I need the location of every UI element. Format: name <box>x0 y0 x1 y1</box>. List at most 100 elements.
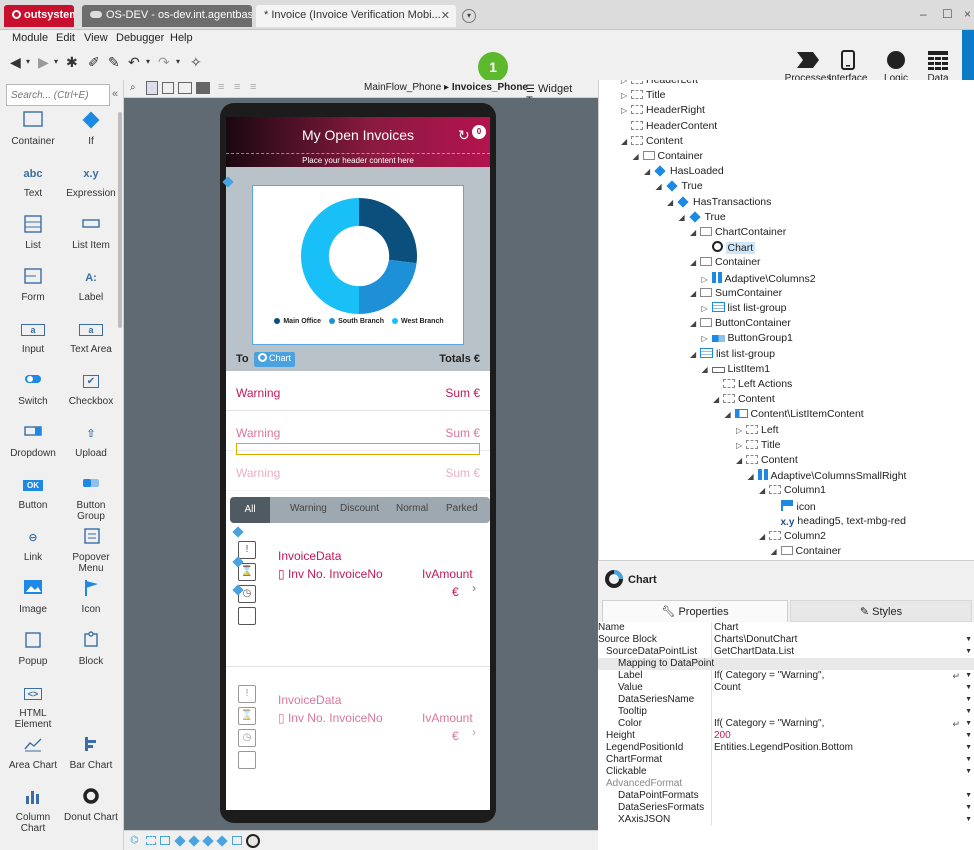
collapse-toolbox-icon[interactable]: « <box>112 88 118 100</box>
path-true-icon[interactable] <box>188 835 200 847</box>
toolbox-widget-upload[interactable]: ⇧ Upload <box>62 422 120 476</box>
tree-node-container[interactable]: ◢ Container <box>690 256 761 271</box>
property-row-mapping-to-datapoint[interactable]: Mapping to DataPoint <box>598 658 974 670</box>
undo-dropdown-icon[interactable]: ▾ <box>146 57 150 66</box>
property-row-dataseriesformats[interactable]: DataSeriesFormats ▼ <box>598 802 974 814</box>
landscape-preview-icon[interactable] <box>178 82 192 94</box>
close-window-icon[interactable]: × <box>964 7 971 21</box>
property-row-height[interactable]: Height 200 ▼ <box>598 730 974 742</box>
invoice-list-item[interactable]: ! ⌛ ◷ InvoiceData ▯ Inv No. InvoiceNo Iv… <box>226 527 490 667</box>
header-content-placeholder[interactable]: Place your header content here <box>226 153 490 167</box>
phone-header[interactable]: My Open Invoices ↻ 0 Place your header c… <box>226 117 490 167</box>
tree-node-left-actions[interactable]: Left Actions <box>713 378 792 393</box>
property-value[interactable]: Chart <box>714 622 738 634</box>
collapse-arrow-icon[interactable]: ◢ <box>759 486 769 495</box>
back-icon[interactable]: ◀ <box>10 54 21 71</box>
expand-arrow-icon[interactable]: ▷ <box>702 304 712 313</box>
redo-dropdown-icon[interactable]: ▾ <box>176 57 180 66</box>
collapse-arrow-icon[interactable]: ◢ <box>725 410 735 419</box>
toolbox-widget-area-chart[interactable]: Area Chart <box>4 734 62 788</box>
tree-node-adaptive-columns2[interactable]: ▷ Adaptive\Columns2 <box>702 271 816 287</box>
environment-tab[interactable]: OS-DEV - os-dev.int.agentbase.de <box>82 5 252 27</box>
property-dropdown-icon[interactable]: ▼ <box>965 706 972 718</box>
property-dropdown-icon[interactable]: ▼ <box>965 754 972 766</box>
tree-node-title[interactable]: ▷ Title <box>736 439 780 454</box>
tree-node-chartcontainer[interactable]: ◢ ChartContainer <box>690 226 786 241</box>
tree-node-container[interactable]: ◢ Container <box>771 545 842 560</box>
outsystems-logo-tab[interactable]: outsystems <box>4 5 74 27</box>
toolbox-search-input[interactable] <box>6 84 110 106</box>
phone-screen[interactable]: My Open Invoices ↻ 0 Place your header c… <box>226 117 490 810</box>
path-content-icon[interactable] <box>146 836 156 845</box>
logic-tab[interactable]: Logic <box>876 50 916 84</box>
refresh-icon[interactable]: ↻ <box>458 127 470 144</box>
phone-preview-icon[interactable] <box>146 81 158 95</box>
collapse-arrow-icon[interactable]: ◢ <box>702 365 712 374</box>
property-row-tooltip[interactable]: Tooltip ▼ <box>598 706 974 718</box>
property-dropdown-icon[interactable]: ▼ <box>965 802 972 814</box>
zoom-icon[interactable]: ⌕ <box>130 82 136 93</box>
property-dropdown-icon[interactable]: ▼ <box>965 646 972 658</box>
expand-arrow-icon[interactable]: ▷ <box>621 80 631 85</box>
toolbox-widget-popover-menu[interactable]: Popover Menu <box>62 526 120 580</box>
tree-node-list-list-group[interactable]: ▷ list list-group <box>702 302 786 317</box>
toolbox-widget-column-chart[interactable]: Column Chart <box>4 786 62 840</box>
toolbox-widget-popup[interactable]: Popup <box>4 630 62 684</box>
menu-edit[interactable]: Edit <box>56 32 75 44</box>
collapse-arrow-icon[interactable]: ◢ <box>690 319 700 328</box>
tree-node-chart[interactable]: Chart <box>702 241 756 256</box>
toolbox-widget-form[interactable]: Form <box>4 266 62 320</box>
menu-view[interactable]: View <box>84 32 108 44</box>
toolbox-widget-expression[interactable]: x.y Expression <box>62 162 120 216</box>
expand-arrow-icon[interactable]: ▷ <box>702 275 712 284</box>
toolbox-widget-image[interactable]: Image <box>4 578 62 632</box>
collapse-arrow-icon[interactable]: ◢ <box>748 472 758 481</box>
toolbox-widget-container[interactable]: Container <box>4 110 62 164</box>
tree-node-listitem1[interactable]: ◢ ListItem1 <box>702 363 771 378</box>
tree-node-content-listitemcontent[interactable]: ◢ Content\ListItemContent <box>725 408 864 423</box>
toolbox-widget-list[interactable]: List <box>4 214 62 268</box>
undo-icon[interactable]: ↶ <box>128 54 140 71</box>
collapse-arrow-icon[interactable]: ◢ <box>633 152 643 161</box>
toolbox-widget-html-element[interactable]: <> HTML Element <box>4 682 62 736</box>
donut-chart[interactable]: Main Office South Branch West Branch <box>252 185 464 345</box>
menu-help[interactable]: Help <box>170 32 193 44</box>
tree-node-content[interactable]: ◢ Content <box>621 135 683 150</box>
tree-node-heading5-text-mbg-red[interactable]: x.y heading5, text-mbg-red <box>771 515 906 530</box>
filter-normal-button[interactable]: Normal <box>396 503 428 514</box>
refactor-icon[interactable]: ✎ <box>108 54 120 71</box>
property-row-chartformat[interactable]: ChartFormat ▼ <box>598 754 974 766</box>
collapse-arrow-icon[interactable]: ◢ <box>690 258 700 267</box>
property-dropdown-icon[interactable]: ▼ <box>965 814 972 826</box>
totals-row[interactable]: To Chart Totals € <box>226 349 490 371</box>
legend-item[interactable]: West Branch <box>391 318 444 325</box>
property-row-label[interactable]: Label If( Category = "Warning", ↵ ▼ <box>598 670 974 682</box>
toolbox-widget-button-group[interactable]: Button Group <box>62 474 120 528</box>
property-dropdown-icon[interactable]: ▼ <box>965 694 972 706</box>
menu-debugger[interactable]: Debugger <box>116 32 164 44</box>
tree-node-adaptive-columnssmallright[interactable]: ◢ Adaptive\ColumnsSmallRight <box>748 469 906 484</box>
collapse-arrow-icon[interactable]: ◢ <box>621 137 631 146</box>
property-row-datapointformats[interactable]: DataPointFormats ▼ <box>598 790 974 802</box>
toolbox-widget-button[interactable]: OK Button <box>4 474 62 528</box>
path-true-icon[interactable] <box>216 835 228 847</box>
collapse-arrow-icon[interactable]: ◢ <box>690 228 700 237</box>
tree-node-true[interactable]: ◢ True <box>679 211 726 226</box>
forward-icon[interactable]: ▶ <box>38 54 49 71</box>
property-value[interactable]: Entities.LegendPosition.Bottom <box>714 742 853 754</box>
expand-arrow-icon[interactable]: ▷ <box>702 334 712 343</box>
sum-row-warning-3[interactable]: Warning Sum € <box>226 455 490 491</box>
tablet-preview-icon[interactable] <box>162 82 174 94</box>
property-row-dataseriesname[interactable]: DataSeriesName ▼ <box>598 694 974 706</box>
data-tab[interactable]: Data <box>920 50 956 84</box>
path-if-icon[interactable] <box>174 835 186 847</box>
property-value[interactable]: Count <box>714 682 741 694</box>
tree-node-buttongroup1[interactable]: ▷ ButtonGroup1 <box>702 332 793 347</box>
collapse-arrow-icon[interactable]: ◢ <box>771 547 781 556</box>
interface-tab[interactable]: Interface <box>824 50 872 84</box>
expand-arrow-icon[interactable]: ▷ <box>736 441 746 450</box>
toolbox-widget-link[interactable]: ⊖ Link <box>4 526 62 580</box>
filter-all-button[interactable]: All <box>230 497 270 523</box>
property-dropdown-icon[interactable]: ▼ <box>965 730 972 742</box>
redo-icon[interactable]: ↷ <box>158 54 170 71</box>
